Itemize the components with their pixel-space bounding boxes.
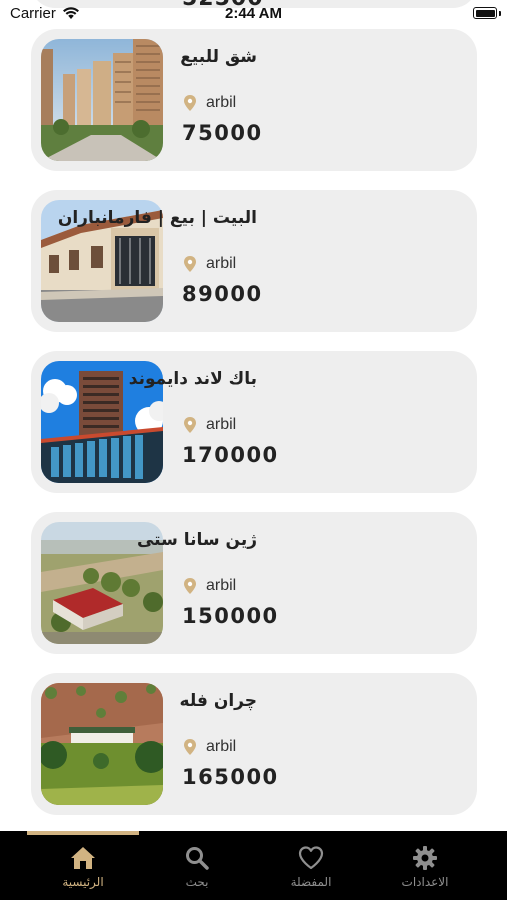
home-icon xyxy=(71,847,95,869)
status-bar: Carrier 2:44 AM xyxy=(0,0,507,30)
tab-settings[interactable]: الاعدادات xyxy=(370,841,480,896)
listing-price: 165000 xyxy=(182,765,279,789)
listing-card[interactable]: چران فله arbil 165000 xyxy=(31,673,477,815)
tab-label: الاعدادات xyxy=(401,875,449,889)
location-text: arbil xyxy=(206,94,237,111)
listing-title: شق للبيع xyxy=(180,47,257,67)
tab-bar: الرئيسية بحث المفضلة الاعدادات xyxy=(0,831,507,900)
listing-title: باك لاند دايموند xyxy=(128,369,257,389)
listing-card[interactable]: شق للبيع arbil 75000 xyxy=(31,29,477,171)
location-pin-icon xyxy=(184,95,196,111)
location-pin-icon xyxy=(184,739,196,755)
listing-card[interactable]: ژين سانا ستى arbil 150000 xyxy=(31,512,477,654)
listing-price: 150000 xyxy=(182,604,279,628)
heart-icon xyxy=(298,846,324,870)
location-text: arbil xyxy=(206,416,237,433)
tab-favorites[interactable]: المفضلة xyxy=(256,841,366,896)
app-screen: 52500 Carrier 2:44 AM xyxy=(0,0,507,900)
location-pin-icon xyxy=(184,417,196,433)
listing-title: چران فله xyxy=(179,691,257,711)
tab-label: المفضلة xyxy=(290,875,332,889)
location-text: arbil xyxy=(206,738,237,755)
location-pin-icon xyxy=(184,256,196,272)
hillside-garden-photo xyxy=(41,683,163,805)
battery-icon xyxy=(473,7,497,19)
apartment-towers-photo xyxy=(41,39,163,161)
listing-price: 89000 xyxy=(182,282,263,306)
location-text: arbil xyxy=(206,577,237,594)
listing-price: 75000 xyxy=(182,121,263,145)
tab-label: بحث xyxy=(185,875,209,889)
status-time: 2:44 AM xyxy=(225,5,282,22)
location-pin-icon xyxy=(184,578,196,594)
listing-title: البيت | بيع | فارمانباران xyxy=(57,208,257,228)
search-icon xyxy=(186,847,209,870)
listing-price: 170000 xyxy=(182,443,279,467)
tab-search[interactable]: بحث xyxy=(142,841,252,896)
listing-card[interactable]: باك لاند دايموند arbil 170000 xyxy=(31,351,477,493)
listing-card[interactable]: البيت | بيع | فارمانباران arbil 89000 xyxy=(31,190,477,332)
tab-label: الرئيسية xyxy=(62,875,104,889)
gear-icon xyxy=(413,846,437,870)
tab-home[interactable]: الرئيسية xyxy=(28,841,138,896)
listing-title: ژين سانا ستى xyxy=(136,530,257,550)
active-tab-indicator xyxy=(27,831,139,835)
location-text: arbil xyxy=(206,255,237,272)
